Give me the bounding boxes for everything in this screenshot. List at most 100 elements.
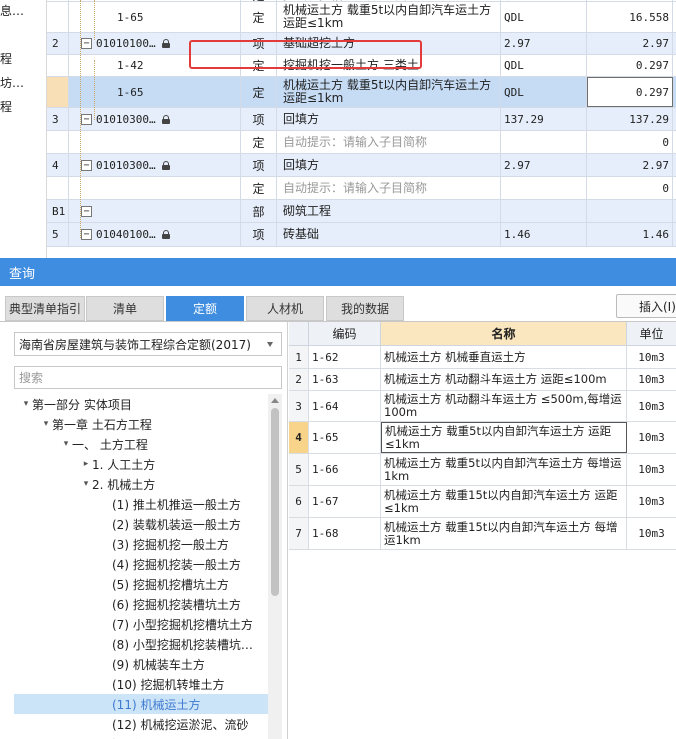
tree-item[interactable]: ▾ 一、 土方工程 — [14, 434, 268, 454]
collapse-toggle-icon[interactable]: − — [81, 229, 92, 240]
tree-item[interactable]: ▸(5) 挖掘机挖槽坑土方 — [14, 574, 268, 594]
collapse-toggle-icon[interactable]: − — [81, 159, 92, 171]
expanded-arrow-icon[interactable]: ▾ — [20, 399, 32, 409]
grid-quota-row[interactable]: 定自动提示：请输入子目简称 0 — [47, 131, 676, 154]
grid-item-row[interactable]: 4−01010300… 项回填方 2.97 2.97 — [47, 154, 676, 177]
row-type-cell[interactable]: 定 — [241, 0, 277, 1]
result-row[interactable]: 6 1-67 机械运土方 载重15t以内自卸汽车运土方 运距≤1km 10m3 — [289, 486, 676, 518]
row-name-cell[interactable]: 机械运土方 载重5t以内自卸汽车运土方 运距≤1km — [277, 2, 501, 32]
collapse-toggle-icon[interactable]: − — [81, 205, 92, 217]
row-quantity-cell[interactable]: 2.97 — [587, 33, 673, 54]
scrollbar-thumb[interactable] — [271, 408, 279, 596]
row-type-cell[interactable]: 定 — [241, 2, 277, 32]
result-row[interactable]: 4 1-65 机械运土方 载重5t以内自卸汽车运土方 运距≤1km 10m3 — [289, 422, 676, 454]
tab-typical-list-guide[interactable]: 典型清单指引 — [5, 296, 85, 321]
row-unit-cell[interactable]: QDL — [501, 0, 587, 1]
expanded-arrow-icon[interactable]: ▾ — [80, 479, 92, 489]
left-nav-stub[interactable]: 程 — [0, 50, 12, 67]
tree-item[interactable]: ▸(7) 小型挖掘机挖槽坑土方 — [14, 614, 268, 634]
tab-quota[interactable]: 定额 — [166, 296, 244, 321]
tree-item[interactable]: ▸(2) 装载机装运一般土方 — [14, 514, 268, 534]
tree-item[interactable]: ▸(4) 挖掘机挖装一般土方 — [14, 554, 268, 574]
row-name-cell[interactable]: 自动提示：请输入子目简称 — [277, 131, 501, 153]
row-unit-cell[interactable]: 137.29 — [501, 108, 587, 130]
grid-quota-row[interactable]: 1-65 定机械运土方 载重5t以内自卸汽车运土方 运距≤1km QDL 0.297 — [47, 77, 676, 108]
row-name-cell[interactable]: 自动提示：请输入子目简称 — [277, 177, 501, 199]
row-type-cell[interactable]: 定 — [241, 177, 277, 199]
row-unit-cell[interactable]: QDL — [501, 55, 587, 76]
row-unit-cell[interactable] — [501, 131, 587, 153]
left-nav-stub[interactable]: 坊… — [0, 74, 24, 91]
left-nav-stub[interactable]: 程 — [0, 98, 12, 115]
result-row[interactable]: 2 1-63 机械运土方 机动翻斗车运土方 运距≤100m 10m3 — [289, 369, 676, 391]
search-input[interactable] — [14, 366, 282, 389]
row-quantity-cell[interactable]: 0.297 — [587, 77, 673, 107]
collapse-toggle-icon[interactable]: − — [81, 38, 92, 49]
result-row[interactable]: 1 1-62 机械运土方 机械垂直运土方 10m3 — [289, 346, 676, 369]
col-header-code[interactable]: 编码 — [309, 322, 381, 346]
row-type-cell[interactable]: 项 — [241, 223, 277, 246]
tree-item[interactable]: ▸(3) 挖掘机挖一般土方 — [14, 534, 268, 554]
grid-section-row[interactable]: B1− 部砌筑工程 — [47, 200, 676, 223]
row-quantity-cell[interactable]: 16.558 — [587, 0, 673, 1]
quota-library-select[interactable]: 海南省房屋建筑与装饰工程综合定额(2017) — [14, 332, 282, 356]
expanded-arrow-icon[interactable]: ▾ — [40, 419, 52, 429]
row-code-cell[interactable]: − — [69, 200, 241, 222]
col-header-name[interactable]: 名称 — [381, 322, 627, 346]
tree-item[interactable]: ▸(12) 机械挖运淤泥、流砂 — [14, 714, 268, 734]
tree-item[interactable]: ▸(10) 挖掘机转堆土方 — [14, 674, 268, 694]
row-unit-cell[interactable]: 1.46 — [501, 223, 587, 246]
row-quantity-cell[interactable]: 137.29 — [587, 108, 673, 130]
tree-item[interactable]: ▸二、石方工程 — [14, 734, 268, 739]
row-type-cell[interactable]: 项 — [241, 154, 277, 176]
collapse-toggle-icon[interactable]: − — [81, 113, 92, 125]
row-unit-cell[interactable]: 2.97 — [501, 33, 587, 54]
tab-labor-material-machine[interactable]: 人材机 — [246, 296, 324, 321]
row-unit-cell[interactable]: QDL — [501, 77, 587, 107]
tree-item[interactable]: ▸ 1. 人工土方 — [14, 454, 268, 474]
row-unit-cell[interactable] — [501, 177, 587, 199]
grid-quota-row[interactable]: 1-65 定机械运土方 载重5t以内自卸汽车运土方 运距≤1km QDL 16.558 — [47, 2, 676, 33]
tree-item[interactable]: ▾ 2. 机械土方 — [14, 474, 268, 494]
expanded-arrow-icon[interactable]: ▾ — [60, 439, 72, 449]
row-type-cell[interactable]: 定 — [241, 131, 277, 153]
grid-item-row[interactable]: 3−01010300… 项回填方 137.29 137.29 — [47, 108, 676, 131]
result-row[interactable]: 3 1-64 机械运土方 机动翻斗车运土方 ≤500m,每增运100m 10m3 — [289, 391, 676, 422]
tree-item[interactable]: ▸(9) 机械装车土方 — [14, 654, 268, 674]
row-name-cell[interactable]: 回填方 — [277, 154, 501, 176]
row-quantity-cell[interactable]: 2.97 — [587, 154, 673, 176]
row-code-cell[interactable] — [69, 131, 241, 153]
tree-item[interactable]: ▾ 第一部分 实体项目 — [14, 394, 268, 414]
row-name-cell[interactable]: 挖掘机挖槽坑土方 三类土 — [277, 0, 501, 1]
result-row[interactable]: 7 1-68 机械运土方 载重15t以内自卸汽车运土方 每增运1km 10m3 — [289, 518, 676, 550]
row-unit-cell[interactable]: QDL — [501, 2, 587, 32]
tree-item[interactable]: ▸(6) 挖掘机挖装槽坑土方 — [14, 594, 268, 614]
tree-item[interactable]: ▾ 第一章 土石方工程 — [14, 414, 268, 434]
row-name-cell[interactable]: 砌筑工程 — [277, 200, 501, 222]
row-unit-cell[interactable]: 2.97 — [501, 154, 587, 176]
row-code-cell[interactable]: −01040100… — [69, 223, 241, 246]
tree-item[interactable]: ▸(1) 推土机推运一般土方 — [14, 494, 268, 514]
tree-scrollbar[interactable] — [268, 394, 282, 739]
row-code-cell[interactable]: −01010300… — [69, 154, 241, 176]
scroll-up-arrow-icon[interactable] — [271, 398, 279, 403]
grid-quota-row[interactable]: 定自动提示：请输入子目简称 0 — [47, 177, 676, 200]
row-quantity-cell[interactable]: 0 — [587, 177, 673, 199]
grid-item-row[interactable]: 5−01040100… 项砖基础 1.46 1.46 — [47, 223, 676, 247]
result-row[interactable]: 5 1-66 机械运土方 载重5t以内自卸汽车运土方 每增运1km 10m3 — [289, 454, 676, 486]
collapsed-arrow-icon[interactable]: ▸ — [80, 459, 92, 469]
row-code-cell[interactable] — [69, 177, 241, 199]
tree-item[interactable]: ▸(11) 机械运土方 — [14, 694, 268, 714]
row-type-cell[interactable]: 部 — [241, 200, 277, 222]
row-quantity-cell[interactable]: 0 — [587, 131, 673, 153]
col-header-unit[interactable]: 单位 — [627, 322, 676, 346]
row-type-cell[interactable]: 项 — [241, 108, 277, 130]
row-unit-cell[interactable] — [501, 200, 587, 222]
row-name-cell[interactable]: 回填方 — [277, 108, 501, 130]
row-type-cell[interactable]: 定 — [241, 77, 277, 107]
insert-button[interactable]: 插入(I) — [616, 294, 676, 318]
row-name-cell[interactable]: 砖基础 — [277, 223, 501, 246]
tab-list[interactable]: 清单 — [86, 296, 164, 321]
tab-my-data[interactable]: 我的数据 — [326, 296, 404, 321]
row-name-cell[interactable]: 机械运土方 载重5t以内自卸汽车运土方 运距≤1km — [277, 77, 501, 107]
